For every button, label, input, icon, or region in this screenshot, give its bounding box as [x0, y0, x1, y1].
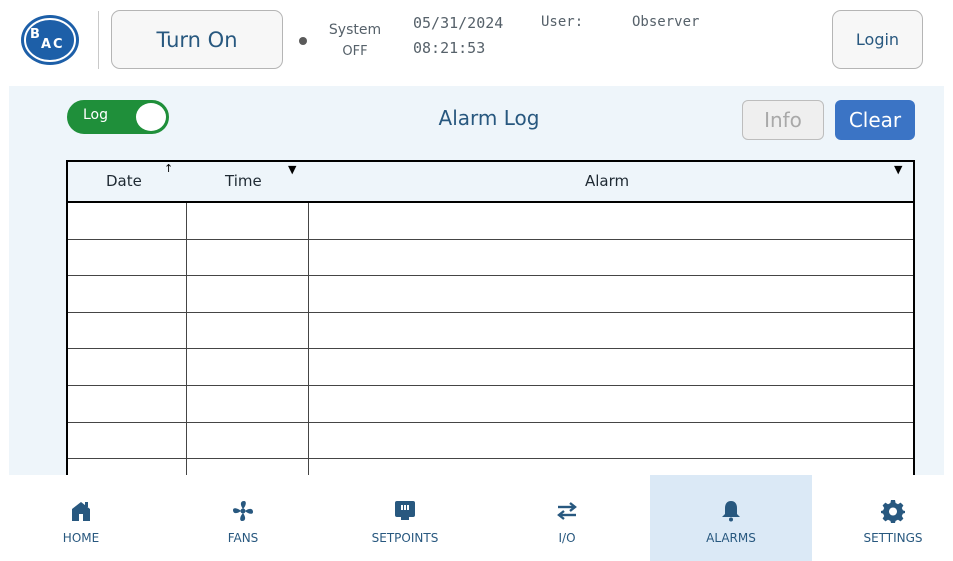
svg-text:A: A	[41, 37, 51, 52]
toggle-knob	[136, 103, 166, 131]
turn-on-button[interactable]: Turn On	[111, 10, 283, 69]
table-row[interactable]	[68, 422, 913, 460]
svg-text:C: C	[53, 37, 63, 52]
cell-time	[188, 203, 309, 239]
header-bar: B A C Turn On System OFF 05/31/2024 08:2…	[0, 0, 953, 84]
cell-alarm	[310, 386, 913, 422]
table-row[interactable]	[68, 459, 913, 475]
nav-label-home: HOME	[62, 531, 100, 545]
column-header-date[interactable]: Date	[106, 172, 142, 190]
table-row[interactable]	[68, 349, 913, 386]
home-icon	[69, 499, 93, 523]
nav-label-settings: SETTINGS	[863, 531, 923, 545]
svg-text:B: B	[30, 27, 40, 42]
page-title: Alarm Log	[438, 106, 540, 130]
user-value: Observer	[632, 14, 700, 30]
sort-down-icon[interactable]: ▼	[894, 163, 902, 176]
sort-down-icon[interactable]: ▼	[288, 163, 296, 176]
alarm-log-panel: Log Alarm Log Info Clear Date ↑ Time ▼ A…	[9, 86, 944, 475]
log-toggle[interactable]: Log	[67, 100, 169, 134]
clear-button[interactable]: Clear	[835, 100, 915, 140]
nav-item-home[interactable]: HOME	[0, 475, 162, 561]
nav-label-io: I/O	[558, 531, 576, 545]
user-label: User:	[541, 14, 584, 30]
nav-label-fans: FANS	[227, 531, 259, 545]
cell-alarm	[310, 203, 913, 239]
cell-time	[188, 385, 309, 422]
table-row[interactable]	[68, 312, 913, 350]
cell-date	[68, 422, 187, 459]
cell-time	[188, 312, 309, 349]
header-date: 05/31/2024	[413, 14, 504, 32]
table-row[interactable]	[68, 203, 913, 240]
column-header-alarm[interactable]: Alarm	[585, 172, 629, 190]
cell-date	[68, 203, 187, 239]
cell-time	[188, 459, 309, 475]
column-header-time[interactable]: Time	[225, 172, 262, 190]
cell-alarm	[310, 276, 913, 312]
nav-label-alarms: ALARMS	[706, 531, 756, 545]
cell-time	[188, 422, 309, 459]
nav-label-setpoints: SETPOINTS	[371, 531, 439, 545]
cell-date	[68, 312, 187, 349]
system-label: System	[328, 22, 382, 38]
table-row[interactable]	[68, 276, 913, 313]
cell-date	[68, 459, 187, 475]
bottom-nav: HOME FANS SETPOINTS I/O ALARMS SETTINGS	[0, 475, 953, 561]
info-button[interactable]: Info	[742, 100, 824, 140]
fan-icon	[231, 499, 255, 523]
cell-date	[68, 385, 187, 422]
bac-logo: B A C	[20, 14, 80, 66]
cell-alarm	[310, 349, 913, 385]
cell-alarm	[310, 313, 913, 349]
setpoints-icon	[393, 499, 417, 523]
cell-time	[188, 276, 309, 312]
nav-item-settings[interactable]: SETTINGS	[812, 475, 953, 561]
cell-time	[188, 349, 309, 385]
cell-date	[68, 276, 187, 312]
system-status-dot	[299, 37, 307, 45]
cell-date	[68, 239, 187, 276]
gear-icon	[881, 499, 905, 523]
cell-time	[188, 239, 309, 276]
cell-alarm	[310, 423, 913, 459]
bell-icon	[719, 499, 743, 523]
io-arrows-icon	[555, 499, 579, 523]
cell-date	[68, 349, 187, 385]
table-row[interactable]	[68, 385, 913, 423]
nav-item-alarms[interactable]: ALARMS	[650, 475, 812, 561]
alarm-table: Date ↑ Time ▼ Alarm ▼	[66, 160, 915, 475]
table-body	[68, 203, 913, 475]
header-divider	[98, 11, 99, 69]
login-button[interactable]: Login	[832, 10, 923, 69]
nav-item-setpoints[interactable]: SETPOINTS	[324, 475, 486, 561]
table-row[interactable]	[68, 239, 913, 277]
log-toggle-label: Log	[83, 107, 109, 123]
cell-alarm	[310, 240, 913, 276]
nav-item-fans[interactable]: FANS	[162, 475, 324, 561]
system-state: OFF	[342, 44, 368, 59]
table-header: Date ↑ Time ▼ Alarm ▼	[68, 162, 913, 203]
nav-item-io[interactable]: I/O	[486, 475, 648, 561]
header-time: 08:21:53	[413, 39, 486, 57]
sort-up-icon[interactable]: ↑	[164, 162, 173, 175]
cell-alarm	[310, 459, 913, 475]
